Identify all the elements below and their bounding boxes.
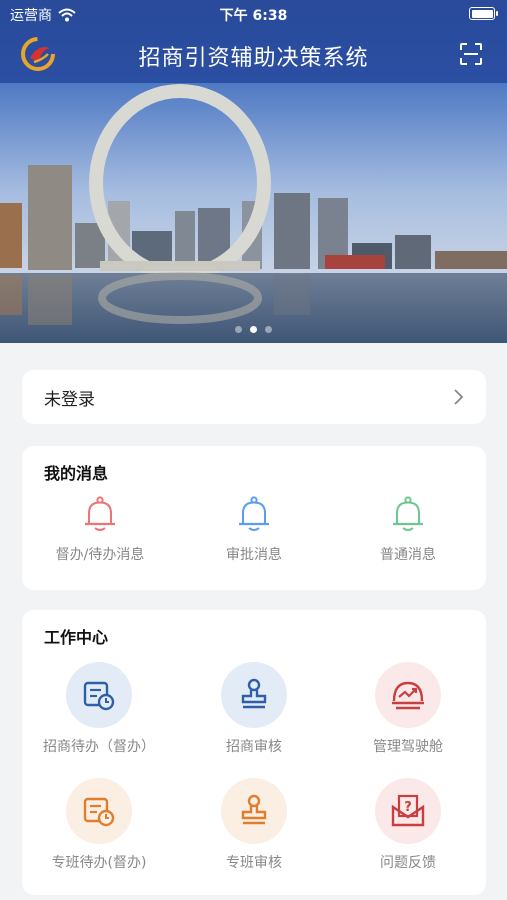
svg-text:?: ? <box>404 800 412 815</box>
work-center-card: 工作中心 招商待办（督办） 招商审核 管理驾驶舱 专班待办(督办) 专班审核 ?… <box>22 610 486 895</box>
tile-feedback[interactable]: ? 问题反馈 <box>333 778 483 872</box>
dashboard-trend-icon <box>375 662 441 728</box>
calendar-clock-icon <box>66 662 132 728</box>
tile-investment-review[interactable]: 招商审核 <box>179 662 329 756</box>
tile-investment-review-label: 招商审核 <box>226 739 282 755</box>
chevron-right-icon <box>454 389 464 405</box>
bell-icon <box>239 496 269 531</box>
messages-title: 我的消息 <box>44 464 109 483</box>
bell-icon <box>85 496 115 531</box>
app-header: 运营商 下午 6:38 招商引资辅助决策系统 <box>0 0 507 83</box>
msg-approval-label: 审批消息 <box>226 547 282 563</box>
tile-feedback-label: 问题反馈 <box>380 855 436 871</box>
carousel-dots[interactable] <box>0 326 507 333</box>
work-center-title: 工作中心 <box>44 628 109 647</box>
battery-icon <box>469 7 498 20</box>
msg-approval-item[interactable]: 审批消息 <box>184 496 324 564</box>
tile-special-review[interactable]: 专班审核 <box>179 778 329 872</box>
tile-cockpit-label: 管理驾驶舱 <box>373 739 443 755</box>
carousel-dot-active[interactable] <box>250 326 257 333</box>
tile-investment-todo[interactable]: 招商待办（督办） <box>24 662 174 756</box>
tile-special-review-label: 专班审核 <box>226 855 282 871</box>
stamp-icon <box>221 778 287 844</box>
tile-investment-todo-label: 招商待办（督办） <box>43 739 155 755</box>
bell-icon <box>393 496 423 531</box>
msg-general-label: 普通消息 <box>380 547 436 563</box>
msg-general-item[interactable]: 普通消息 <box>338 496 478 564</box>
msg-supervise-label: 督办/待办消息 <box>55 547 145 563</box>
stamp-icon <box>221 662 287 728</box>
banner-image <box>0 83 507 343</box>
question-feedback-icon: ? <box>375 778 441 844</box>
carousel-dot[interactable] <box>265 326 272 333</box>
tile-special-todo-label: 专班待办(督办) <box>51 855 147 871</box>
tile-cockpit[interactable]: 管理驾驶舱 <box>333 662 483 756</box>
page-title: 招商引资辅助决策系统 <box>138 46 369 71</box>
status-bar: 运营商 下午 6:38 <box>0 0 507 26</box>
tile-special-todo[interactable]: 专班待办(督办) <box>24 778 174 872</box>
msg-supervise-item[interactable]: 督办/待办消息 <box>30 496 170 564</box>
banner-carousel[interactable] <box>0 83 507 343</box>
carousel-dot[interactable] <box>235 326 242 333</box>
messages-card: 我的消息 督办/待办消息 审批消息 普通消息 <box>22 446 486 590</box>
scan-icon[interactable] <box>459 42 483 66</box>
login-label: 未登录 <box>44 389 95 410</box>
calendar-clock-icon <box>66 778 132 844</box>
status-time: 下午 6:38 <box>219 8 288 24</box>
login-row[interactable]: 未登录 <box>22 370 486 424</box>
